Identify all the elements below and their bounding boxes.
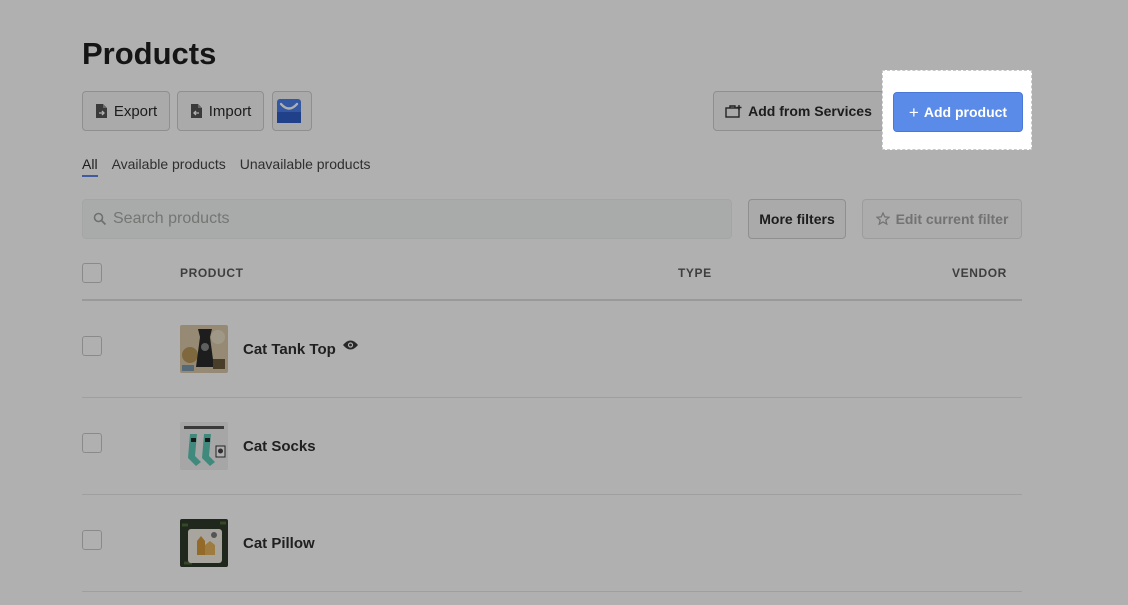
cat-socks-image: [180, 422, 228, 470]
briefcase-add-icon: [725, 104, 742, 118]
edit-current-filter-label: Edit current filter: [895, 211, 1009, 227]
app-logo-icon: [277, 99, 301, 123]
cat-tank-top-image: [180, 325, 228, 373]
plus-icon: +: [908, 102, 919, 122]
tab-all[interactable]: All: [82, 156, 98, 177]
page-title: Products: [82, 36, 217, 71]
export-button[interactable]: Export: [82, 91, 170, 131]
add-from-services-label: Add from Services: [748, 103, 872, 119]
edit-current-filter-button[interactable]: Edit current filter: [862, 199, 1022, 239]
tab-available-products[interactable]: Available products: [112, 156, 226, 177]
table-header-divider: [82, 299, 1022, 301]
import-label: Import: [208, 102, 252, 120]
more-filters-label: More filters: [759, 211, 835, 227]
product-name-link[interactable]: Cat Pillow: [243, 535, 315, 552]
cat-pillow-image: [180, 519, 228, 567]
row-divider: [82, 494, 1022, 495]
import-button[interactable]: Import: [177, 91, 264, 131]
app-shortcut-button[interactable]: [272, 91, 312, 131]
tour-spotlight: + Add product: [882, 70, 1032, 150]
add-product-button[interactable]: + Add product: [893, 92, 1023, 132]
products-page: Products Export Import Add from Services…: [0, 0, 1128, 605]
row-divider: [82, 591, 1022, 592]
file-import-icon: [190, 104, 202, 118]
column-header-vendor[interactable]: VENDOR: [952, 266, 1007, 280]
column-header-type[interactable]: TYPE: [678, 266, 712, 280]
row-checkbox[interactable]: [82, 336, 102, 356]
file-export-icon: [95, 104, 107, 118]
product-thumbnail[interactable]: [180, 422, 228, 470]
star-icon: [875, 212, 890, 226]
tab-unavailable-products[interactable]: Unavailable products: [240, 156, 371, 177]
row-checkbox[interactable]: [82, 433, 102, 453]
search-icon: [93, 212, 107, 226]
select-all-checkbox[interactable]: [82, 263, 102, 283]
column-header-product[interactable]: PRODUCT: [180, 266, 244, 280]
row-checkbox[interactable]: [82, 530, 102, 550]
product-thumbnail[interactable]: [180, 519, 228, 567]
row-divider: [82, 397, 1022, 398]
product-thumbnail[interactable]: [180, 325, 228, 373]
search-box: [82, 199, 732, 239]
search-input[interactable]: [113, 210, 713, 228]
eye-icon[interactable]: [342, 339, 359, 351]
product-tabs: All Available products Unavailable produ…: [82, 156, 370, 177]
product-name-link[interactable]: Cat Socks: [243, 438, 316, 455]
product-name-link[interactable]: Cat Tank Top: [243, 341, 336, 358]
export-label: Export: [113, 102, 158, 120]
add-product-label: Add product: [923, 104, 1008, 120]
add-from-services-button[interactable]: Add from Services: [713, 91, 884, 131]
more-filters-button[interactable]: More filters: [748, 199, 846, 239]
